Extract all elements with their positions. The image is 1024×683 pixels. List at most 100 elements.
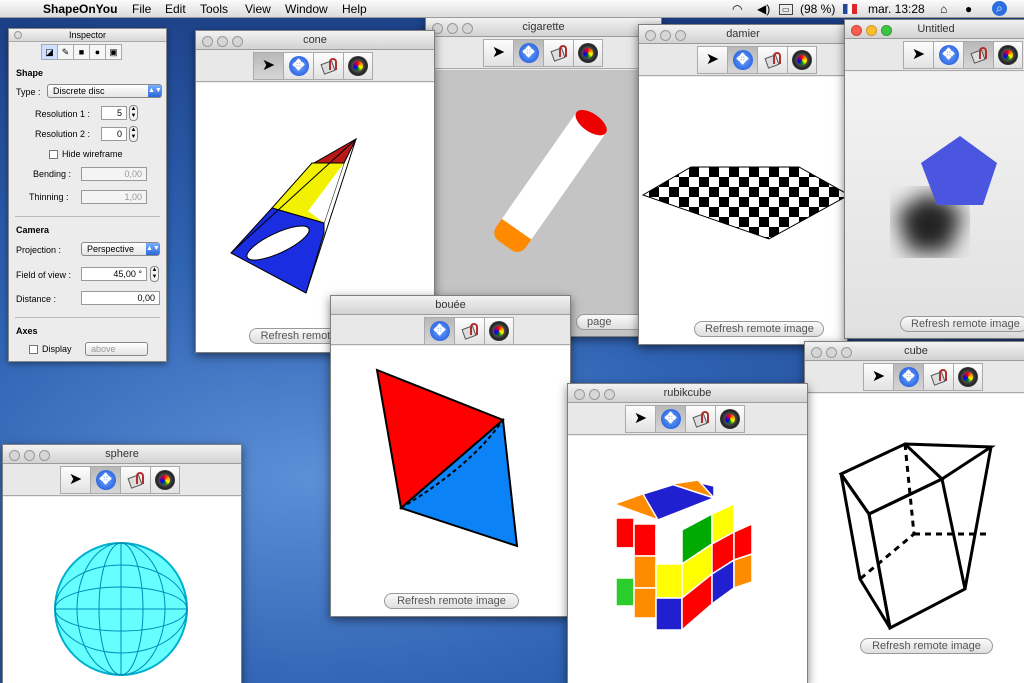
ruler-tab-icon[interactable]: ✎ [57, 44, 74, 60]
user-icon[interactable]: ● [965, 2, 972, 16]
minimize-button[interactable] [866, 25, 877, 36]
camera-tool[interactable] [573, 39, 603, 67]
minimize-button[interactable] [447, 23, 458, 34]
resolution2-field[interactable]: 0 [101, 127, 127, 141]
window-titlebar[interactable]: cube [805, 342, 1024, 361]
movie-tab-icon[interactable]: ▣ [105, 44, 122, 60]
resolution1-stepper[interactable]: ▲ ▼ [129, 105, 138, 121]
layers-tab-icon[interactable]: ■ [73, 44, 90, 60]
hide-wireframe-checkbox[interactable] [49, 150, 58, 159]
menu-view[interactable]: View [245, 2, 271, 16]
move-tool[interactable]: ✥ [933, 41, 963, 69]
move-tool[interactable]: ✥ [727, 46, 757, 74]
move-tool[interactable]: ✥ [424, 317, 454, 345]
battery-icon[interactable]: ▭ [779, 4, 793, 15]
select-tool[interactable]: ➤ [253, 52, 283, 80]
move-tool[interactable]: ✥ [513, 39, 543, 67]
zoom-button[interactable] [881, 25, 892, 36]
minimize-button[interactable] [217, 36, 228, 47]
move-tool[interactable]: ✥ [90, 466, 120, 494]
paint-tool[interactable] [543, 39, 573, 67]
window-titlebar[interactable]: rubikcube [568, 384, 807, 403]
select-tool[interactable]: ➤ [60, 466, 90, 494]
window-titlebar[interactable]: cone [196, 31, 434, 50]
camera-tool[interactable] [150, 466, 180, 494]
camera-tool[interactable] [787, 46, 817, 74]
zoom-button[interactable] [675, 30, 686, 41]
paint-tool[interactable] [313, 52, 343, 80]
select-tool[interactable]: ➤ [483, 39, 513, 67]
render-view[interactable] [568, 436, 807, 683]
select-tool[interactable]: ➤ [625, 405, 655, 433]
resolution1-field[interactable]: 5 [101, 106, 127, 120]
close-button[interactable] [202, 36, 213, 47]
menu-tools[interactable]: Tools [200, 2, 228, 16]
close-button[interactable] [645, 30, 656, 41]
refresh-button[interactable]: Refresh remote image [900, 316, 1024, 332]
resolution2-stepper[interactable]: ▲ ▼ [129, 126, 138, 142]
bending-field[interactable]: 0,00 [81, 167, 147, 181]
refresh-button[interactable]: Refresh remote image [694, 321, 824, 337]
move-tool[interactable]: ✥ [655, 405, 685, 433]
camera-tool[interactable] [993, 41, 1023, 69]
inspector-titlebar[interactable]: Inspector [9, 29, 166, 42]
clock[interactable]: mar. 13:28 [868, 2, 925, 16]
zoom-button[interactable] [462, 23, 473, 34]
camera-tool[interactable] [715, 405, 745, 433]
zoom-button[interactable] [841, 347, 852, 358]
paint-tool[interactable] [454, 317, 484, 345]
refresh-button[interactable]: Refresh remote image [384, 593, 519, 609]
zoom-button[interactable] [604, 389, 615, 400]
render-view[interactable]: Refresh remote image [805, 394, 1024, 683]
zoom-button[interactable] [39, 450, 50, 461]
close-button[interactable] [9, 450, 20, 461]
move-tool[interactable]: ✥ [283, 52, 313, 80]
minimize-button[interactable] [24, 450, 35, 461]
minimize-button[interactable] [826, 347, 837, 358]
minimize-button[interactable] [589, 389, 600, 400]
menu-app[interactable]: ShapeOnYou [43, 2, 117, 16]
lock-icon[interactable]: ⌂ [940, 2, 947, 16]
window-titlebar[interactable]: bouée [331, 296, 570, 315]
menu-help[interactable]: Help [342, 2, 367, 16]
flag-fr-icon[interactable] [843, 4, 857, 14]
render-view[interactable] [3, 497, 241, 683]
wifi-icon[interactable]: ◠ [732, 2, 742, 16]
fov-field[interactable]: 45,00 ° [81, 267, 147, 281]
axes-position-popup[interactable]: above [85, 342, 148, 356]
select-tool[interactable]: ➤ [697, 46, 727, 74]
paint-tool[interactable] [120, 466, 150, 494]
paint-tool[interactable] [923, 363, 953, 391]
close-button[interactable] [851, 25, 862, 36]
menu-window[interactable]: Window [285, 2, 328, 16]
thinning-field[interactable]: 1,00 [81, 190, 147, 204]
paint-tool[interactable] [757, 46, 787, 74]
window-titlebar[interactable]: Untitled [845, 20, 1024, 39]
axes-display-checkbox[interactable] [29, 345, 38, 354]
render-view[interactable]: Refresh remote image [639, 77, 847, 344]
spotlight-icon[interactable]: ⌕ [992, 1, 1007, 16]
refresh-button[interactable]: Refresh remote image [860, 638, 993, 654]
camera-tool[interactable] [484, 317, 514, 345]
zoom-button[interactable] [232, 36, 243, 47]
shape-tab-icon[interactable]: ◪ [41, 44, 58, 60]
battery-percent[interactable]: (98 %) [800, 2, 835, 16]
projection-popup[interactable]: Perspective ▲▼ [81, 242, 160, 256]
window-titlebar[interactable]: cigarette [426, 18, 661, 37]
paint-tool[interactable] [963, 41, 993, 69]
close-button[interactable] [574, 389, 585, 400]
fov-stepper[interactable]: ▲ ▼ [150, 266, 159, 282]
select-tool[interactable]: ➤ [863, 363, 893, 391]
close-button[interactable] [14, 31, 22, 39]
render-view[interactable]: Refresh remote image [845, 72, 1024, 338]
volume-icon[interactable]: ◀) [757, 2, 770, 16]
menu-edit[interactable]: Edit [165, 2, 186, 16]
select-tool[interactable]: ➤ [903, 41, 933, 69]
render-view[interactable]: Refresh remote image [331, 346, 570, 616]
camera-tool[interactable] [343, 52, 373, 80]
paint-tool[interactable] [685, 405, 715, 433]
type-popup[interactable]: Discrete disc ▲▼ [47, 84, 162, 98]
menu-file[interactable]: File [132, 2, 151, 16]
material-tab-icon[interactable]: ● [89, 44, 106, 60]
minimize-button[interactable] [660, 30, 671, 41]
